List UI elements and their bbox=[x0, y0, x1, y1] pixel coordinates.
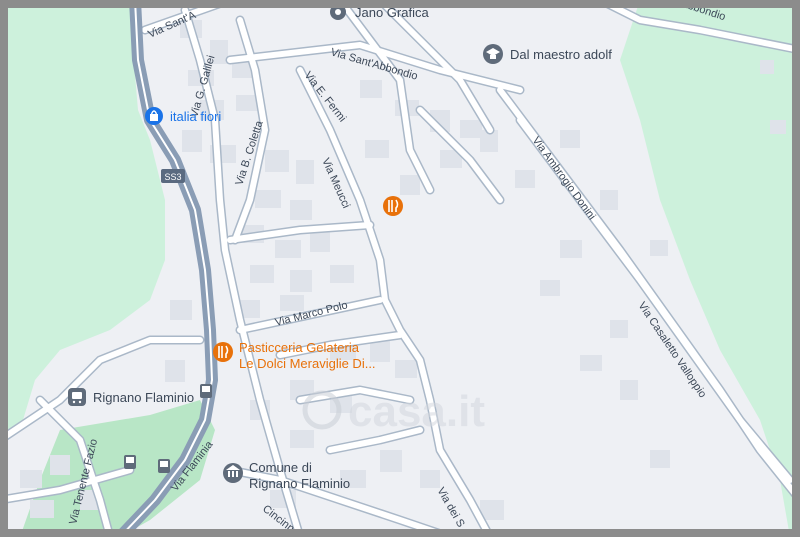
svg-text:SS3: SS3 bbox=[164, 172, 181, 182]
train-icon bbox=[68, 388, 86, 406]
town-hall-icon bbox=[223, 463, 243, 483]
pin-icon bbox=[330, 4, 346, 20]
school-icon bbox=[483, 44, 503, 64]
poi-restaurant[interactable] bbox=[383, 196, 403, 216]
watermark-text: casa.it bbox=[348, 387, 485, 436]
poi-italia-fiori[interactable]: italia fiori bbox=[145, 107, 221, 125]
bus-stop-icon bbox=[124, 455, 136, 469]
poi-label-comune-1: Comune di bbox=[249, 460, 312, 475]
bus-stop-icon bbox=[200, 384, 212, 398]
map-canvas[interactable]: SS3 Via Sant'A Via G. Galilei Via Sant'A… bbox=[0, 0, 800, 542]
ss3-shield: SS3 bbox=[161, 169, 185, 183]
bus-stop-icon bbox=[158, 459, 170, 473]
shopping-bag-icon bbox=[145, 107, 163, 125]
poi-label-rignano: Rignano Flaminio bbox=[93, 390, 194, 405]
map-view[interactable]: SS3 Via Sant'A Via G. Galilei Via Sant'A… bbox=[0, 0, 800, 542]
fork-knife-icon bbox=[383, 196, 403, 216]
poi-label-jano: Jano Grafica bbox=[355, 5, 429, 20]
poi-label-comune-2: Rignano Flaminio bbox=[249, 476, 350, 491]
poi-label-maestro: Dal maestro adolf bbox=[510, 47, 612, 62]
poi-label-pasticceria-1: Pasticceria Gelateria bbox=[239, 340, 360, 355]
poi-label-pasticceria-2: Le Dolci Meraviglie Di... bbox=[239, 356, 376, 371]
fork-knife-icon bbox=[213, 342, 233, 362]
poi-label-italia-fiori: italia fiori bbox=[170, 109, 221, 124]
